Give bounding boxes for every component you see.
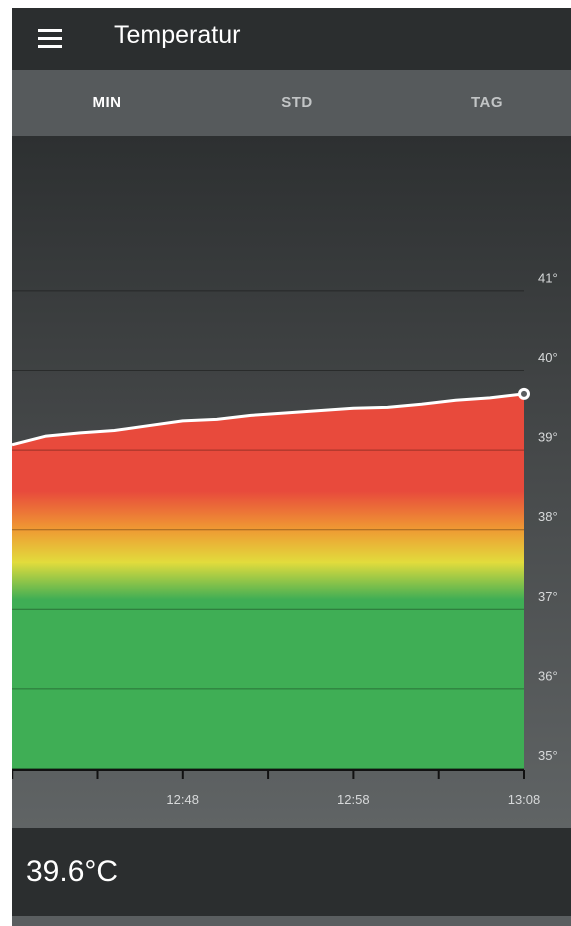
y-tick-label: 41° bbox=[538, 270, 558, 285]
y-tick-label: 39° bbox=[538, 430, 558, 445]
page-title: Temperatur bbox=[114, 21, 241, 49]
current-temperature-value: 39.6°C bbox=[26, 855, 119, 888]
y-tick-label: 40° bbox=[538, 350, 558, 365]
x-tick-label: 13:08 bbox=[508, 792, 541, 807]
y-tick-label: 35° bbox=[538, 748, 558, 763]
hamburger-menu-icon[interactable] bbox=[38, 29, 62, 49]
y-tick-label: 36° bbox=[538, 668, 558, 683]
temperature-chart-svg: 35° 36° 37° 38° 39° 40° 41° 12:48 12:58 13:08 bbox=[12, 270, 558, 807]
x-tick-label: 12:48 bbox=[166, 792, 199, 807]
app-bar: Temperatur bbox=[12, 8, 571, 70]
tab-std[interactable]: STD bbox=[202, 70, 392, 136]
current-point-marker-center bbox=[521, 390, 527, 397]
bottom-strip bbox=[12, 916, 571, 926]
tab-tag[interactable]: TAG bbox=[392, 70, 571, 136]
y-tick-label: 38° bbox=[538, 509, 558, 524]
temperature-chart: 35° 36° 37° 38° 39° 40° 41° 12:48 12:58 13:08 bbox=[12, 136, 571, 828]
current-temperature-panel: 39.6°C bbox=[12, 828, 571, 916]
tab-min[interactable]: MIN bbox=[12, 70, 202, 136]
tab-bar: MIN STD TAG bbox=[12, 70, 571, 197]
y-tick-label: 37° bbox=[538, 589, 558, 604]
x-tick-label: 12:58 bbox=[337, 792, 370, 807]
app-screen: Temperatur MIN STD TAG 35° 36° 37° 38° 39° 40… bbox=[12, 8, 571, 926]
